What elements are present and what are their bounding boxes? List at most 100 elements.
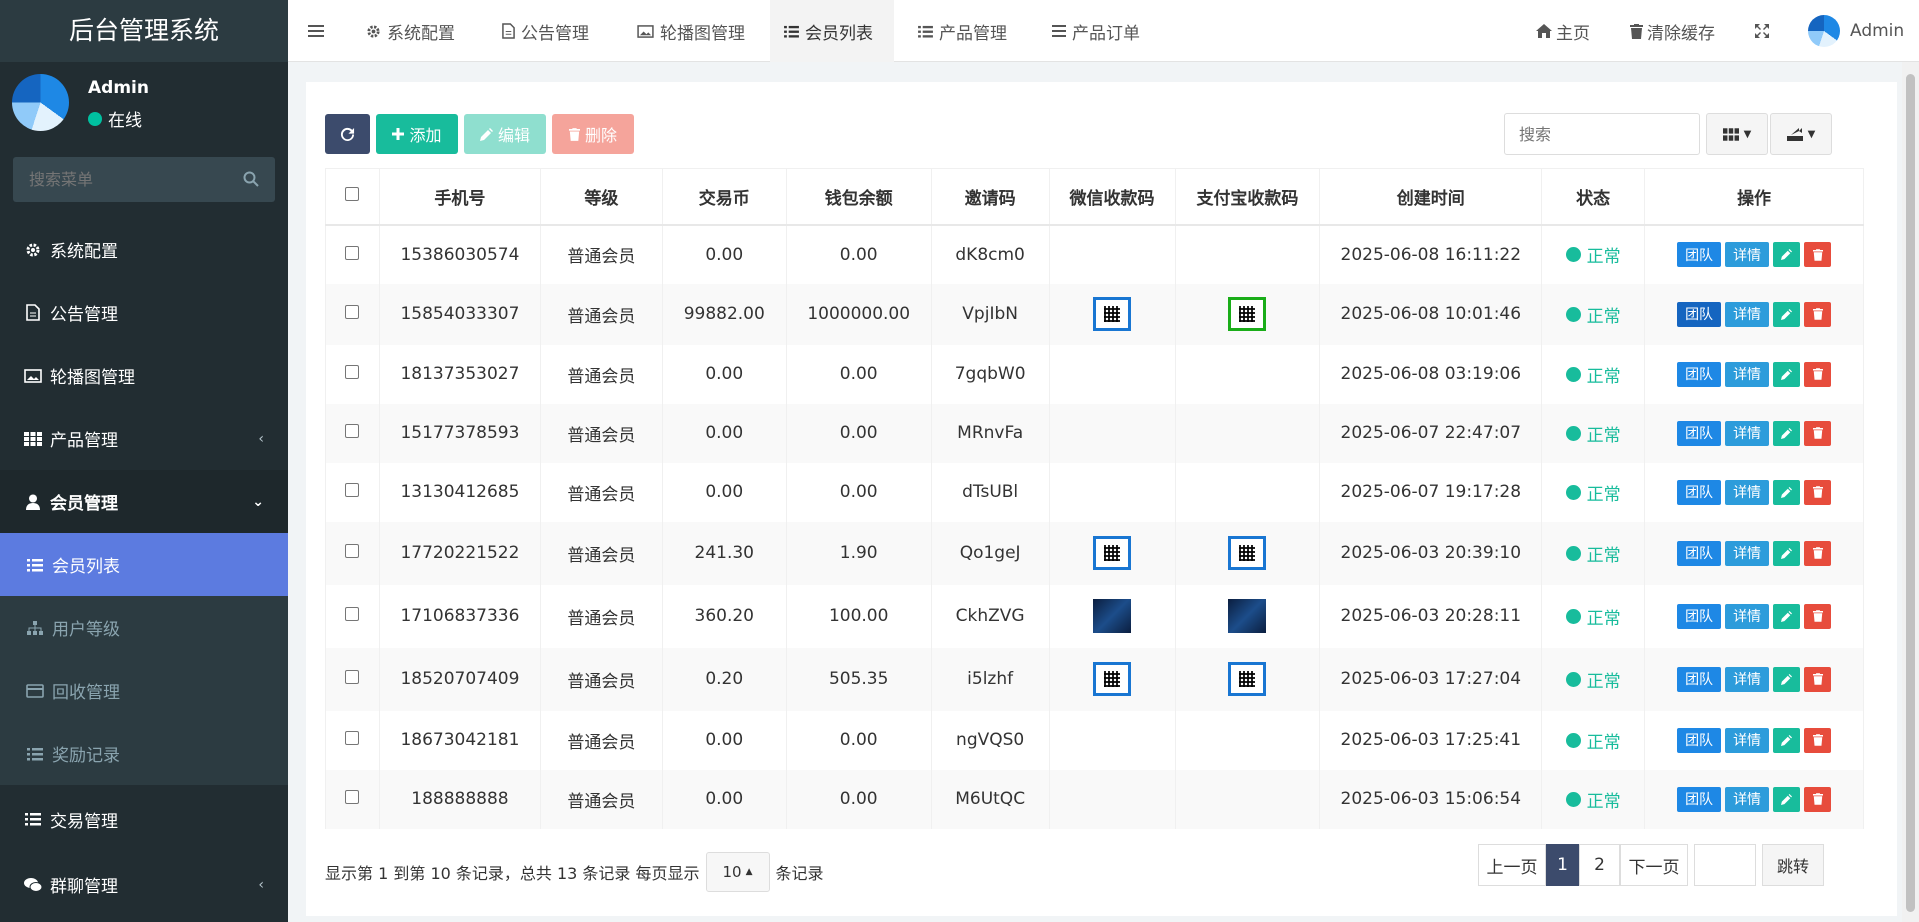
column-header[interactable]: 邀请码 xyxy=(930,168,1050,226)
detail-button[interactable]: 详情 xyxy=(1725,301,1770,327)
tab-announcements[interactable]: 公告管理 xyxy=(488,0,603,62)
table-row[interactable]: 17106837336 普通会员 360.20 100.00 CkhZVG 2025-06… xyxy=(325,584,1864,648)
team-button[interactable]: 团队 xyxy=(1677,361,1722,387)
row-checkbox[interactable] xyxy=(345,731,360,745)
search-icon[interactable] xyxy=(243,171,259,187)
sidebar-item-user-level[interactable]: 用户等级 xyxy=(0,596,288,659)
sidebar-item-member-list[interactable]: 会员列表 xyxy=(0,533,288,596)
sidebar-search-input[interactable] xyxy=(13,157,275,202)
team-button[interactable]: 团队 xyxy=(1677,666,1722,692)
sidebar-item-announcements[interactable]: 公告管理 xyxy=(0,281,288,344)
row-checkbox[interactable] xyxy=(345,790,360,804)
row-edit-button[interactable] xyxy=(1773,666,1801,692)
sidebar-item-rewards[interactable]: 奖励记录 xyxy=(0,722,288,785)
column-header[interactable]: 微信收款码 xyxy=(1048,168,1176,226)
column-header[interactable]: 支付宝收款码 xyxy=(1174,168,1321,226)
row-edit-button[interactable] xyxy=(1773,603,1801,629)
row-delete-button[interactable] xyxy=(1804,361,1832,387)
row-checkbox[interactable] xyxy=(345,245,360,260)
detail-button[interactable]: 详情 xyxy=(1725,727,1770,753)
row-delete-button[interactable] xyxy=(1804,479,1832,505)
next-page-button[interactable]: 下一页 xyxy=(1620,844,1688,886)
table-row[interactable]: 15386030574 普通会员 0.00 0.00 dK8cm0 2025-06-08 … xyxy=(325,224,1864,284)
fullscreen-button[interactable] xyxy=(1754,0,1770,62)
team-button[interactable]: 团队 xyxy=(1677,242,1722,267)
expand-icon[interactable] xyxy=(1754,23,1770,39)
qr-code-image[interactable] xyxy=(1093,662,1132,696)
table-row[interactable]: 18673042181 普通会员 0.00 0.00 ngVQS0 2025-06-03 … xyxy=(325,710,1864,770)
admin-menu[interactable]: Admin xyxy=(1808,0,1904,62)
column-header[interactable]: 交易币 xyxy=(661,168,787,226)
columns-toggle-button[interactable]: ▼ xyxy=(1706,113,1768,155)
row-edit-button[interactable] xyxy=(1773,786,1801,812)
team-button[interactable]: 团队 xyxy=(1677,786,1722,812)
row-checkbox[interactable] xyxy=(345,424,360,438)
sidebar-item-system-config[interactable]: 系统配置 xyxy=(0,218,288,281)
column-header[interactable]: 状态 xyxy=(1541,168,1646,226)
clear-cache-button[interactable]: 清除缓存 xyxy=(1630,0,1715,62)
table-row[interactable]: 13130412685 普通会员 0.00 0.00 dTsUBl 2025-06-07 … xyxy=(325,462,1864,522)
tab-system-config[interactable]: 系统配置 xyxy=(352,0,469,62)
row-edit-button[interactable] xyxy=(1773,301,1801,327)
row-edit-button[interactable] xyxy=(1773,361,1801,387)
row-edit-button[interactable] xyxy=(1773,479,1801,505)
detail-button[interactable]: 详情 xyxy=(1725,786,1770,812)
qr-code-image[interactable] xyxy=(1228,599,1267,633)
column-header[interactable]: 操作 xyxy=(1644,168,1864,226)
page-size-select[interactable]: 10 ▲ xyxy=(705,852,770,892)
row-edit-button[interactable] xyxy=(1773,540,1801,566)
team-button[interactable]: 团队 xyxy=(1677,420,1722,446)
scrollbar-thumb[interactable] xyxy=(1906,74,1915,912)
qr-code-image[interactable] xyxy=(1228,662,1267,696)
search-input[interactable] xyxy=(1504,113,1700,155)
row-checkbox[interactable] xyxy=(345,544,360,558)
sidebar-item-products[interactable]: 产品管理 ‹ xyxy=(0,407,288,470)
page-1-button[interactable]: 1 xyxy=(1546,844,1579,886)
team-button[interactable]: 团队 xyxy=(1677,603,1722,629)
row-checkbox[interactable] xyxy=(345,483,360,497)
row-checkbox[interactable] xyxy=(345,305,360,319)
team-button[interactable]: 团队 xyxy=(1677,479,1722,505)
row-checkbox[interactable] xyxy=(345,607,360,621)
detail-button[interactable]: 详情 xyxy=(1725,666,1770,692)
team-button[interactable]: 团队 xyxy=(1677,301,1722,327)
app-title[interactable]: 后台管理系统 xyxy=(0,0,288,62)
jump-button[interactable]: 跳转 xyxy=(1762,844,1824,886)
row-edit-button[interactable] xyxy=(1773,420,1801,446)
sidebar-item-carousel[interactable]: 轮播图管理 xyxy=(0,344,288,407)
sidebar-item-members[interactable]: 会员管理 ⌄ xyxy=(0,470,288,533)
column-header[interactable]: 创建时间 xyxy=(1319,168,1543,226)
qr-code-image[interactable] xyxy=(1228,536,1267,570)
row-checkbox[interactable] xyxy=(345,365,360,379)
qr-code-image[interactable] xyxy=(1228,297,1267,331)
table-row[interactable]: 15177378593 普通会员 0.00 0.00 MRnvFa 2025-06-07 … xyxy=(325,403,1864,463)
jump-page-input[interactable] xyxy=(1694,844,1756,886)
table-row[interactable]: 18520707409 普通会员 0.20 505.35 i5lzhf 2025-06-0… xyxy=(325,647,1864,711)
detail-button[interactable]: 详情 xyxy=(1725,420,1770,446)
detail-button[interactable]: 详情 xyxy=(1725,242,1770,267)
column-header[interactable]: 钱包余额 xyxy=(785,168,932,226)
tab-product-orders[interactable]: 产品订单 xyxy=(1038,0,1154,62)
select-all-checkbox[interactable] xyxy=(345,187,360,202)
row-delete-button[interactable] xyxy=(1804,242,1832,267)
home-link[interactable]: 主页 xyxy=(1536,0,1590,62)
sidebar-item-recycle[interactable]: 回收管理 xyxy=(0,659,288,722)
sidebar-item-trades[interactable]: 交易管理 xyxy=(0,785,288,853)
team-button[interactable]: 团队 xyxy=(1677,727,1722,753)
sidebar-search[interactable] xyxy=(13,157,275,202)
sidebar-item-group-chat[interactable]: 群聊管理 ‹ xyxy=(0,853,288,916)
detail-button[interactable]: 详情 xyxy=(1725,603,1770,629)
qr-code-image[interactable] xyxy=(1093,599,1132,633)
delete-button[interactable]: 删除 xyxy=(552,114,634,154)
row-delete-button[interactable] xyxy=(1804,603,1832,629)
team-button[interactable]: 团队 xyxy=(1677,540,1722,566)
edit-button[interactable]: 编辑 xyxy=(464,114,546,154)
row-delete-button[interactable] xyxy=(1804,666,1832,692)
prev-page-button[interactable]: 上一页 xyxy=(1478,844,1546,886)
row-edit-button[interactable] xyxy=(1773,242,1801,267)
row-delete-button[interactable] xyxy=(1804,420,1832,446)
refresh-button[interactable] xyxy=(325,114,370,154)
column-header[interactable]: 手机号 xyxy=(378,168,541,226)
column-header[interactable]: 等级 xyxy=(539,168,663,226)
export-button[interactable]: ▼ xyxy=(1770,113,1832,155)
